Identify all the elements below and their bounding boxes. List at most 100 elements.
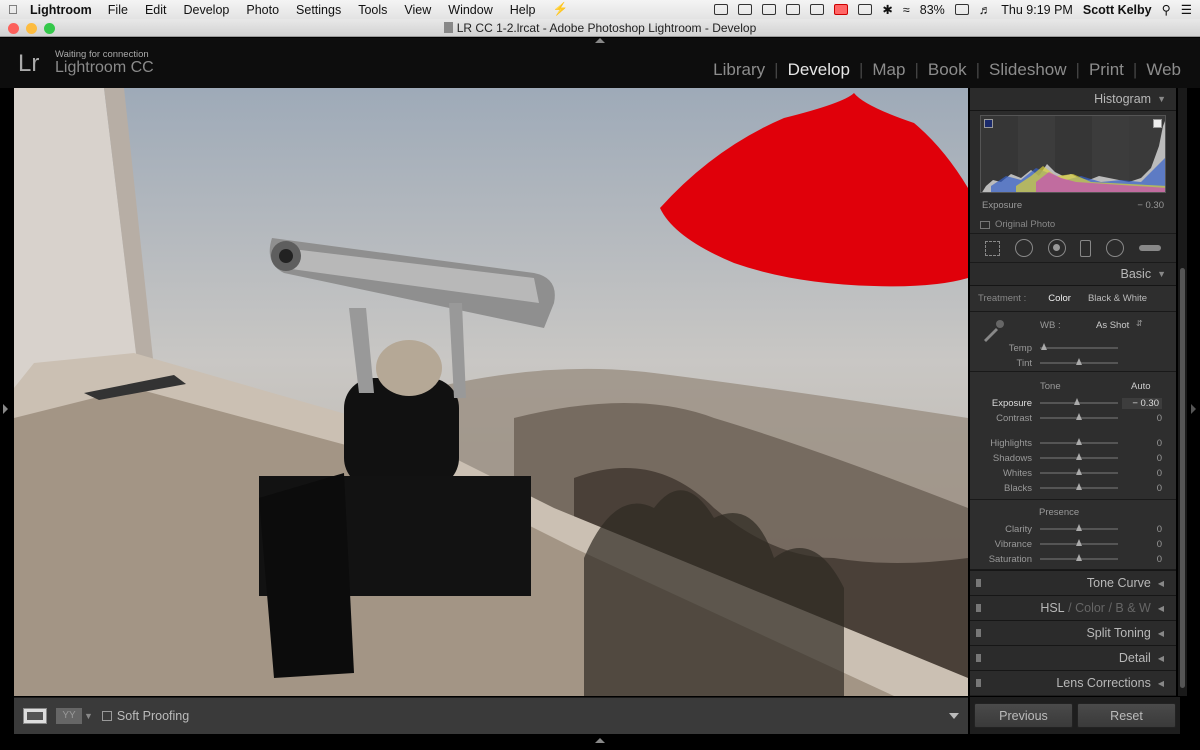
clarity-slider[interactable] <box>1040 524 1118 531</box>
soft-proofing-checkbox[interactable] <box>101 711 112 721</box>
close-window-button[interactable] <box>8 23 19 34</box>
tone-curve-panel-header[interactable]: Tone Curve ◀ <box>970 570 1176 595</box>
sync-status-icon[interactable] <box>786 4 801 15</box>
tint-slider[interactable] <box>1040 358 1118 365</box>
slider-thumb[interactable] <box>1076 483 1082 490</box>
panel-switch-icon[interactable] <box>976 579 981 587</box>
panel-switch-icon[interactable] <box>976 654 981 662</box>
menu-develop[interactable]: Develop <box>184 3 230 17</box>
lens-corrections-panel-header[interactable]: Lens Corrections ◀ <box>970 670 1176 695</box>
slider-thumb[interactable] <box>1076 554 1082 561</box>
histogram-panel-header[interactable]: Histogram ▼ <box>970 88 1176 111</box>
slider-value[interactable]: 0 <box>1122 483 1162 494</box>
wifi-icon[interactable]: ≈ <box>903 3 910 17</box>
menu-window[interactable]: Window <box>448 3 492 17</box>
spotlight-search-icon[interactable]: ⚲ <box>1162 2 1171 17</box>
soft-proofing-label[interactable]: Soft Proofing <box>117 709 189 723</box>
slider-thumb[interactable] <box>1076 524 1082 531</box>
slider-thumb[interactable] <box>1040 343 1047 350</box>
apple-menu-icon[interactable]:  <box>8 2 30 17</box>
slider-thumb[interactable] <box>1073 398 1080 405</box>
radial-filter-tool-icon[interactable] <box>1105 239 1124 257</box>
treatment-bw-option[interactable]: Black & White <box>1088 293 1147 304</box>
graduated-filter-tool-icon[interactable] <box>1080 239 1092 257</box>
scrollbar-thumb[interactable] <box>1180 268 1185 688</box>
expand-filmstrip-icon[interactable] <box>595 738 605 743</box>
loupe-view-button[interactable] <box>23 708 47 724</box>
slider-value[interactable]: − 0.30 <box>1122 397 1162 409</box>
saturation-slider[interactable] <box>1040 554 1118 561</box>
highlights-slider[interactable] <box>1040 438 1118 445</box>
wb-preset-select[interactable]: As Shot <box>1096 320 1129 331</box>
detail-panel-header[interactable]: Detail ◀ <box>970 645 1176 670</box>
crop-tool-icon[interactable] <box>985 240 1001 256</box>
module-map[interactable]: Map <box>863 60 914 80</box>
panel-switch-icon[interactable] <box>976 629 981 637</box>
menu-photo[interactable]: Photo <box>246 3 279 17</box>
toolbar-content-menu-icon[interactable] <box>949 713 959 719</box>
contrast-slider[interactable] <box>1040 413 1118 420</box>
zoom-window-button[interactable] <box>44 23 55 34</box>
previous-button[interactable]: Previous <box>974 703 1073 728</box>
collapse-top-panel-icon[interactable] <box>595 38 605 43</box>
menu-settings[interactable]: Settings <box>296 3 341 17</box>
before-after-dropdown-icon[interactable]: ▼ <box>84 711 93 721</box>
menu-help[interactable]: Help <box>510 3 536 17</box>
original-photo-toggle[interactable]: Original Photo <box>980 219 1055 230</box>
slider-value[interactable]: 0 <box>1122 438 1162 449</box>
treatment-color-option[interactable]: Color <box>1048 293 1071 304</box>
highlight-clipping-toggle[interactable] <box>1153 119 1162 128</box>
clock[interactable]: Thu 9:19 PM <box>1001 3 1073 17</box>
time-machine-icon[interactable] <box>858 4 873 15</box>
color-tab[interactable]: Color <box>1075 601 1105 615</box>
module-web[interactable]: Web <box>1137 60 1190 80</box>
histogram-graph[interactable] <box>980 115 1166 193</box>
slider-thumb[interactable] <box>1076 438 1082 445</box>
whites-slider[interactable] <box>1040 468 1118 475</box>
bolt-status-icon[interactable]: ⚡ <box>552 2 568 17</box>
slider-thumb[interactable] <box>1076 539 1082 546</box>
red-eye-tool-icon[interactable] <box>1047 239 1066 257</box>
auto-tone-button[interactable]: Auto <box>1131 381 1151 392</box>
panel-switch-icon[interactable] <box>976 679 981 687</box>
slider-value[interactable]: 0 <box>1122 524 1162 535</box>
notification-center-icon[interactable]: ☰ <box>1181 2 1192 17</box>
user-name[interactable]: Scott Kelby <box>1083 3 1152 17</box>
module-library[interactable]: Library <box>704 60 774 80</box>
bluetooth-icon[interactable]: ✱ <box>882 2 892 17</box>
shadow-clipping-toggle[interactable] <box>984 119 993 128</box>
exposure-slider[interactable] <box>1040 398 1118 405</box>
panel-switch-icon[interactable] <box>976 604 981 612</box>
module-book[interactable]: Book <box>919 60 976 80</box>
display-status-icon[interactable] <box>810 4 825 15</box>
module-print[interactable]: Print <box>1080 60 1133 80</box>
expand-left-panel-icon[interactable] <box>3 404 8 414</box>
wb-eyedropper-icon[interactable] <box>980 318 1006 344</box>
slider-value[interactable]: 0 <box>1122 453 1162 464</box>
slider-thumb[interactable] <box>1076 468 1082 475</box>
wb-select-arrows-icon[interactable]: ⇵ <box>1136 319 1143 328</box>
original-photo-checkbox[interactable] <box>980 220 990 229</box>
slider-thumb[interactable] <box>1076 413 1082 420</box>
shadows-slider[interactable] <box>1040 453 1118 460</box>
hsl-tab[interactable]: HSL <box>1040 601 1064 615</box>
spot-removal-tool-icon[interactable] <box>1014 239 1033 257</box>
slider-value[interactable]: 0 <box>1122 468 1162 479</box>
slider-value[interactable]: 0 <box>1122 554 1162 565</box>
basic-panel-header[interactable]: Basic ▼ <box>970 263 1176 286</box>
slider-value[interactable]: 0 <box>1122 539 1162 550</box>
minimize-window-button[interactable] <box>26 23 37 34</box>
module-slideshow[interactable]: Slideshow <box>980 60 1076 80</box>
camera-status-icon[interactable] <box>714 4 729 15</box>
reset-button[interactable]: Reset <box>1077 703 1176 728</box>
menu-app-name[interactable]: Lightroom <box>30 3 92 17</box>
info-status-icon[interactable] <box>738 4 753 15</box>
blocked-status-icon[interactable] <box>834 4 849 15</box>
battery-percent[interactable]: 83% <box>920 3 945 17</box>
battery-icon[interactable] <box>954 4 969 15</box>
split-toning-panel-header[interactable]: Split Toning ◀ <box>970 620 1176 645</box>
blacks-slider[interactable] <box>1040 483 1118 490</box>
photo-canvas[interactable] <box>14 88 968 696</box>
vibrance-slider[interactable] <box>1040 539 1118 546</box>
dropbox-status-icon[interactable] <box>762 4 777 15</box>
